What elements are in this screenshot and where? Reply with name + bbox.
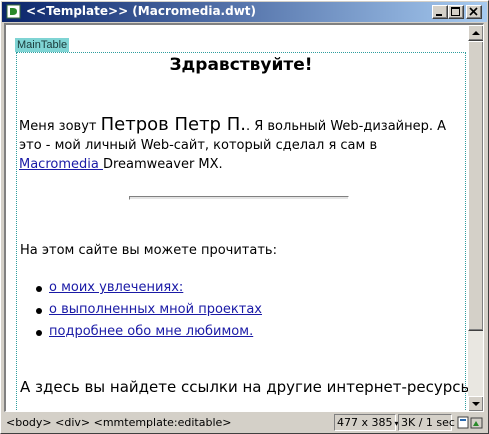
intro-paragraph: Меня зовут Петров Петр П.. Я вольный Web… — [19, 115, 459, 174]
title-bar[interactable]: <<Template>> (Macromedia.dwt) — [2, 2, 487, 22]
download-time: 3K / 1 sec — [398, 414, 455, 431]
editable-region[interactable] — [16, 52, 466, 411]
intro-suffix: Dreamweaver MX. — [102, 157, 223, 172]
maximize-icon — [451, 7, 460, 16]
minimize-icon — [436, 14, 442, 16]
window-size-value: 477 x 385 — [337, 416, 393, 429]
document-window: <<Template>> (Macromedia.dwt) MainTable … — [0, 0, 489, 434]
close-icon — [469, 7, 478, 16]
horizontal-rule — [129, 196, 349, 200]
dreamweaver-icon — [6, 4, 21, 19]
document-content: MainTable Здравствуйте! Меня зовут Петро… — [6, 25, 468, 411]
footer-text: А здесь вы найдете ссылки на другие инте… — [20, 378, 468, 396]
status-bar: <body> <div> <mmtemplate:editable> 477 x… — [2, 413, 488, 433]
bullet-icon — [36, 286, 42, 292]
macromedia-link[interactable]: Macromedia — [19, 157, 103, 172]
close-button[interactable] — [466, 5, 482, 19]
arrow-down-icon — [472, 402, 480, 406]
bullet-icon — [36, 330, 42, 336]
minimize-button[interactable] — [432, 5, 448, 19]
maximize-button[interactable] — [448, 5, 464, 19]
editable-region-label[interactable]: MainTable — [15, 38, 70, 52]
intro-prefix: Меня зовут — [19, 119, 101, 134]
list-item: о моих увлечениях: — [36, 277, 262, 299]
author-name: Петров Петр П. — [100, 114, 246, 135]
scroll-down-button[interactable] — [468, 396, 483, 411]
vertical-scrollbar[interactable] — [468, 25, 483, 411]
list-item: о выполненных мной проектах — [36, 299, 262, 321]
document-pane[interactable]: MainTable Здравствуйте! Меня зовут Петро… — [4, 23, 484, 412]
bullet-icon — [36, 308, 42, 314]
topic-link-list: о моих увлечениях: о выполненных мной пр… — [36, 277, 262, 343]
read-label: На этом сайте вы можете прочитать: — [20, 243, 277, 258]
projects-link[interactable]: о выполненных мной проектах — [49, 302, 262, 317]
tag-selector[interactable]: <body> <div> <mmtemplate:editable> — [6, 416, 232, 429]
launcher-icon[interactable] — [457, 415, 485, 431]
scroll-thumb[interactable] — [468, 41, 483, 331]
window-size-popup[interactable]: 477 x 385 ▾ — [334, 414, 399, 431]
scroll-up-button[interactable] — [468, 25, 483, 41]
about-me-link[interactable]: подробнее обо мне любимом. — [49, 324, 253, 339]
arrow-up-icon — [472, 31, 480, 35]
window-title: <<Template>> (Macromedia.dwt) — [26, 4, 257, 18]
list-item: подробнее обо мне любимом. — [36, 321, 262, 343]
page-heading: Здравствуйте! — [169, 55, 313, 75]
hobbies-link[interactable]: о моих увлечениях: — [49, 280, 183, 295]
